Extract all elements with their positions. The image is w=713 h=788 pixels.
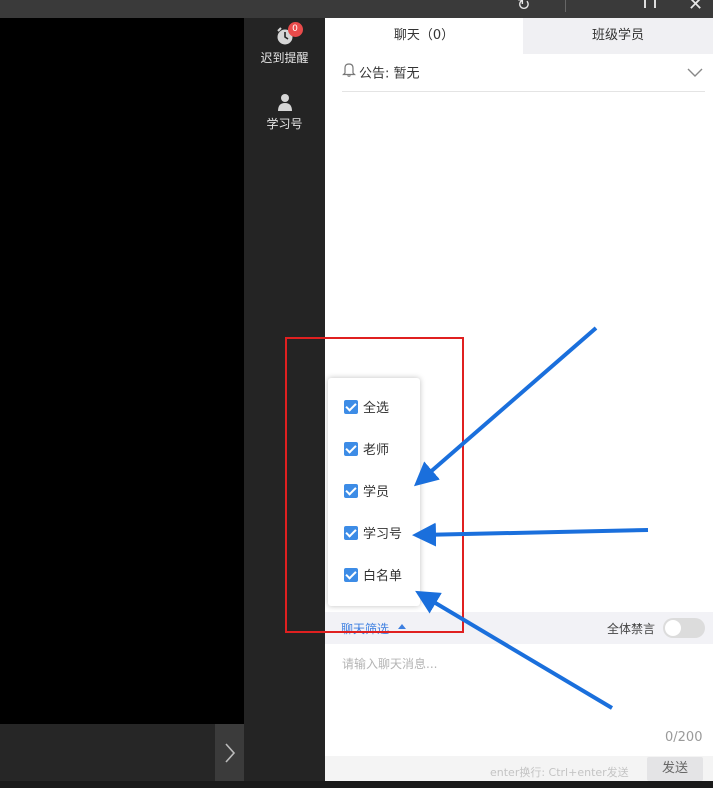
send-shortcut-hint: enter换行: Ctrl+enter发送 bbox=[490, 766, 629, 779]
title-bar: ↻ ✕ bbox=[0, 0, 713, 18]
person-icon bbox=[275, 92, 295, 112]
expand-panel-button[interactable] bbox=[215, 724, 244, 781]
bell-icon bbox=[342, 60, 356, 88]
annotation-highlight-box bbox=[285, 337, 464, 633]
toggle-knob bbox=[665, 620, 681, 636]
late-reminder-label: 迟到提醒 bbox=[260, 51, 309, 65]
refresh-icon[interactable]: ↻ bbox=[517, 0, 530, 14]
chat-message-input[interactable] bbox=[342, 654, 702, 674]
chevron-down-icon[interactable] bbox=[687, 61, 703, 89]
video-control-strip bbox=[0, 724, 244, 781]
announcement-text: 公告: 暂无 bbox=[359, 66, 420, 82]
student-id-label: 学习号 bbox=[266, 117, 303, 131]
alarm-clock-icon: 0 bbox=[275, 22, 303, 46]
late-reminder-button[interactable]: 0 迟到提醒 bbox=[244, 22, 325, 66]
mute-all-label: 全体禁言 bbox=[607, 622, 656, 636]
student-id-button[interactable]: 学习号 bbox=[244, 92, 325, 132]
chevron-right-icon bbox=[224, 742, 235, 763]
tab-class-students[interactable]: 班级学员 bbox=[523, 18, 713, 54]
panel-tabs: 聊天（0） 班级学员 bbox=[325, 18, 713, 54]
tab-chat[interactable]: 聊天（0） bbox=[325, 18, 523, 54]
video-area bbox=[0, 18, 244, 724]
bottom-edge bbox=[0, 781, 713, 788]
send-bar: enter换行: Ctrl+enter发送 发送 bbox=[325, 756, 713, 781]
announcement-bar[interactable]: 公告: 暂无 bbox=[342, 60, 705, 92]
late-count-badge: 0 bbox=[287, 22, 303, 37]
maximize-icon[interactable] bbox=[644, 0, 656, 8]
character-counter: 0/200 bbox=[665, 730, 703, 745]
mute-all-toggle[interactable] bbox=[663, 618, 705, 638]
title-bar-divider bbox=[565, 0, 566, 12]
close-icon[interactable]: ✕ bbox=[688, 0, 703, 14]
send-button[interactable]: 发送 bbox=[647, 757, 703, 781]
